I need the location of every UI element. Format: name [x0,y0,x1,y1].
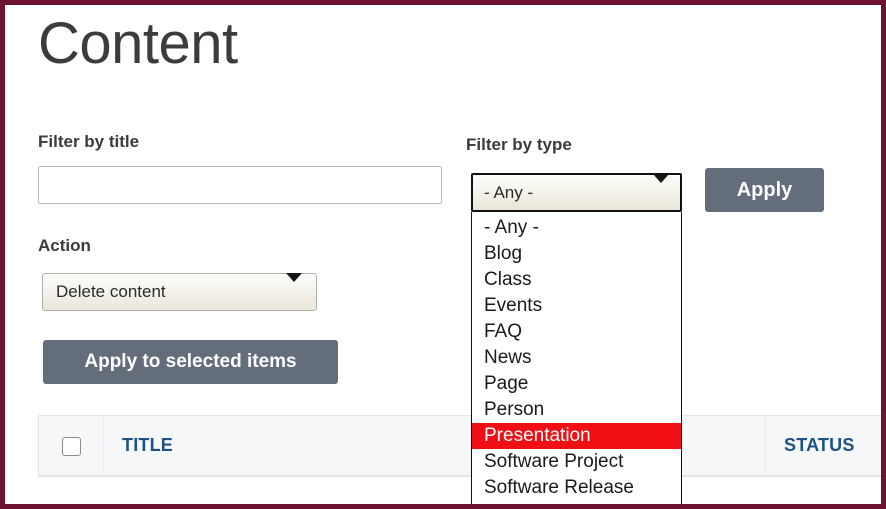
content-admin-page: Content Filter by title Filter by type -… [5,5,881,504]
option-news[interactable]: News [472,345,681,371]
option-class[interactable]: Class [472,267,681,293]
action-select-value: Delete content [56,282,166,301]
option-software-project[interactable]: Software Project [472,449,681,475]
browser-viewport: Content Filter by title Filter by type -… [0,0,886,509]
content-table: TITLE TYPE STATUS [38,415,881,477]
filter-title-label: Filter by title [38,132,140,151]
filter-title-input[interactable] [38,166,442,204]
filter-type-select[interactable]: - Any - [471,173,682,212]
option-events[interactable]: Events [472,293,681,319]
select-all-checkbox[interactable] [61,436,81,456]
option-blog[interactable]: Blog [472,241,681,267]
option-person[interactable]: Person [472,397,681,423]
option-faq[interactable]: FAQ [472,319,681,345]
chevron-down-icon [653,173,669,203]
page-title: Content [38,11,238,76]
filter-type-select-value: - Any - [484,182,534,202]
filter-type-option-list[interactable]: - Any - Blog Class Events FAQ News Page … [471,212,682,504]
filter-type-label: Filter by type [466,135,572,154]
action-select[interactable]: Delete content [42,273,317,311]
apply-to-selected-items-button[interactable]: Apply to selected items [43,340,338,384]
chevron-down-icon [286,273,302,302]
action-label: Action [38,236,91,255]
column-header-title[interactable]: TITLE [103,415,471,477]
option-any[interactable]: - Any - [472,215,681,241]
apply-button[interactable]: Apply [705,168,824,212]
option-page[interactable]: Page [472,371,681,397]
option-presentation[interactable]: Presentation [472,423,681,449]
select-all-header [38,415,104,477]
option-software-release[interactable]: Software Release [472,475,681,501]
table-header-row: TITLE TYPE STATUS [38,415,881,477]
column-header-status[interactable]: STATUS [765,415,881,477]
